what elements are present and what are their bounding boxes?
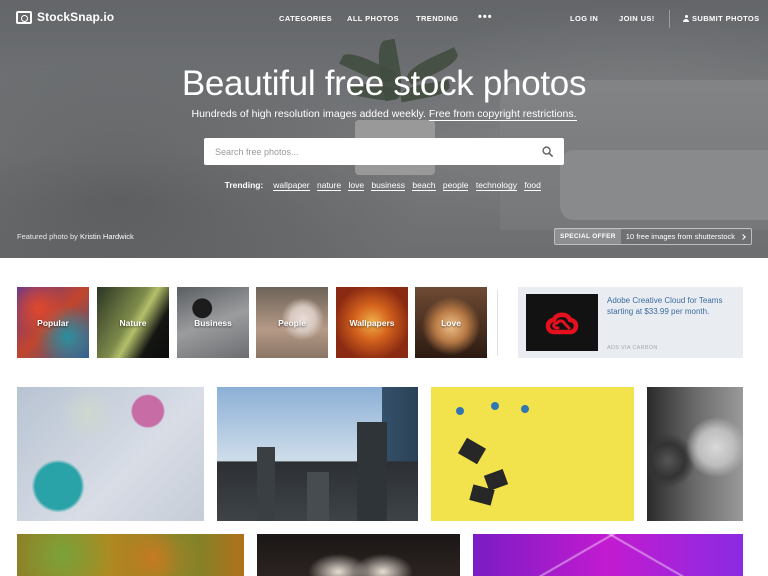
- creative-cloud-icon: [545, 312, 579, 334]
- category-divider: [497, 290, 498, 356]
- category-label: People: [278, 317, 306, 328]
- user-icon: [683, 15, 689, 22]
- nav-categories[interactable]: CATEGORIES: [279, 14, 332, 23]
- trending-tag[interactable]: beach: [412, 180, 436, 191]
- category-people[interactable]: People: [256, 287, 328, 358]
- trending-tag[interactable]: wallpaper: [273, 180, 310, 191]
- hero-subtitle: Hundreds of high resolution images added…: [191, 108, 577, 121]
- carbon-ad[interactable]: Adobe Creative Cloud for Teams starting …: [518, 287, 743, 358]
- nav-all-photos[interactable]: ALL PHOTOS: [347, 14, 399, 23]
- category-popular[interactable]: Popular: [17, 287, 89, 358]
- trending-label: Trending:: [224, 180, 264, 190]
- photo-flowers-glass[interactable]: [17, 387, 204, 521]
- ad-via-carbon[interactable]: ADS VIA CARBON: [607, 345, 658, 351]
- category-label: Popular: [37, 317, 69, 328]
- nav-login[interactable]: LOG IN: [570, 14, 598, 23]
- trending-tags: Trending: wallpaper nature love business…: [0, 180, 768, 191]
- trending-tag[interactable]: love: [348, 180, 365, 191]
- category-business[interactable]: Business: [177, 287, 249, 358]
- photo-purple-abstract[interactable]: [473, 534, 743, 576]
- category-label: Wallpapers: [349, 317, 395, 328]
- adobe-creative-cloud-logo[interactable]: [526, 294, 598, 351]
- camera-icon: [16, 10, 32, 24]
- photo-dark-shoes[interactable]: [257, 534, 460, 576]
- copyright-link[interactable]: Free from copyright restrictions.: [428, 108, 577, 121]
- search-box: [204, 138, 564, 165]
- trending-tag[interactable]: technology: [475, 180, 517, 191]
- photographer-link[interactable]: Kristin Hardwick: [80, 232, 134, 241]
- hero-banner: StockSnap.io CATEGORIES ALL PHOTOS TREND…: [0, 0, 768, 258]
- special-offer-badge: SPECIAL OFFER: [555, 229, 621, 244]
- nav-join[interactable]: JOIN US!: [619, 14, 655, 23]
- nav-submit-photos[interactable]: SUBMIT PHOTOS: [683, 14, 760, 23]
- category-wallpapers[interactable]: Wallpapers: [336, 287, 408, 358]
- trending-tag[interactable]: business: [371, 180, 405, 191]
- special-offer-text: 10 free images from shutterstock: [625, 232, 736, 241]
- search-input[interactable]: [204, 138, 524, 165]
- nav-divider: [669, 10, 670, 28]
- ad-text[interactable]: Adobe Creative Cloud for Teams starting …: [607, 295, 737, 317]
- category-label: Nature: [119, 317, 147, 328]
- photo-autumn-forest[interactable]: [17, 534, 244, 576]
- featured-photo-credit: Featured photo by Kristin Hardwick: [17, 232, 134, 241]
- photo-singer-microphone[interactable]: [647, 387, 743, 521]
- category-love[interactable]: Love: [415, 287, 487, 358]
- special-offer-button[interactable]: SPECIAL OFFER 10 free images from shutte…: [554, 228, 753, 245]
- trending-tag[interactable]: food: [524, 180, 541, 191]
- photo-city-skyline[interactable]: [217, 387, 418, 521]
- nav-more-icon[interactable]: •••: [478, 11, 493, 23]
- category-label: Business: [194, 317, 232, 328]
- hero-title: Beautiful free stock photos: [181, 64, 587, 103]
- nav-trending[interactable]: TRENDING: [416, 14, 458, 23]
- category-label: Love: [441, 317, 461, 328]
- trending-tag[interactable]: people: [442, 180, 469, 191]
- brand-name: StockSnap.io: [37, 10, 115, 24]
- search-icon[interactable]: [542, 146, 553, 157]
- chevron-right-icon: [740, 233, 746, 240]
- brand-logo[interactable]: StockSnap.io: [16, 10, 114, 24]
- category-nature[interactable]: Nature: [97, 287, 169, 358]
- top-nav: StockSnap.io CATEGORIES ALL PHOTOS TREND…: [0, 0, 768, 36]
- photo-binder-clips[interactable]: [431, 387, 634, 521]
- trending-tag[interactable]: nature: [316, 180, 342, 191]
